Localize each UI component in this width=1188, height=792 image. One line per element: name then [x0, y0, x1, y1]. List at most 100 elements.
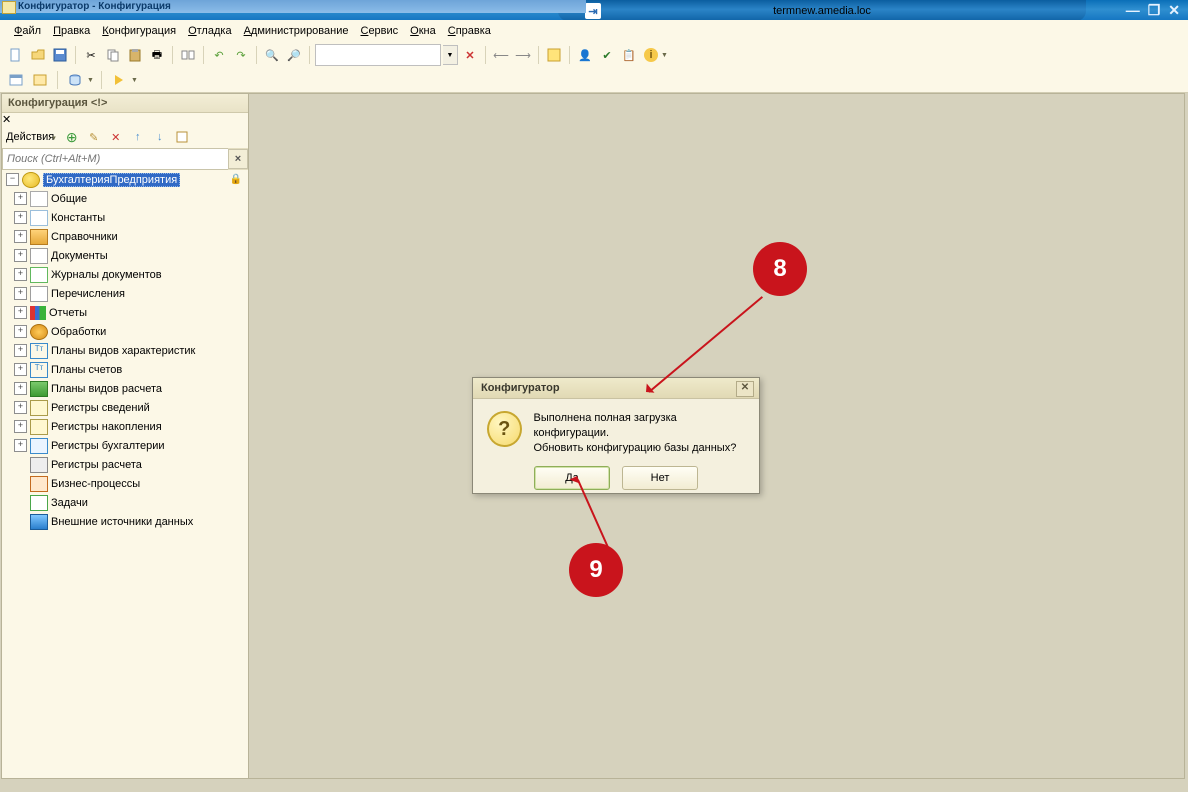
find-next-icon[interactable]: 🔎: [284, 45, 304, 65]
menu-config[interactable]: Конфигурация: [96, 22, 182, 40]
print-icon[interactable]: 🖶: [147, 45, 167, 65]
tree-node[interactable]: +Справочники: [2, 227, 248, 246]
paste-icon[interactable]: [125, 45, 145, 65]
start-debug-icon[interactable]: [109, 70, 129, 90]
find-icon[interactable]: 🔍: [262, 45, 282, 65]
open-file-icon[interactable]: [28, 45, 48, 65]
debug-user-icon[interactable]: 👤: [575, 45, 595, 65]
tree-collapse-icon[interactable]: −: [6, 173, 19, 186]
edit-item-icon[interactable]: ✎: [84, 127, 104, 147]
tree-node[interactable]: Задачи: [2, 493, 248, 512]
tt-icon: Тт: [30, 343, 48, 359]
tree-node[interactable]: +Регистры накопления: [2, 417, 248, 436]
tree-root[interactable]: − БухгалтерияПредприятия 🔒: [2, 170, 248, 189]
app-title: Конфигуратор - Конфигурация: [18, 1, 171, 12]
config-tree[interactable]: − БухгалтерияПредприятия 🔒 +Общие+Конста…: [2, 170, 248, 792]
tree-expand-icon[interactable]: +: [14, 382, 27, 395]
menu-debug[interactable]: Отладка: [182, 22, 238, 40]
tree-expand-icon[interactable]: +: [14, 344, 27, 357]
tree-expand-icon[interactable]: +: [14, 287, 27, 300]
add-item-icon[interactable]: ⊕: [62, 127, 82, 147]
tree-expand-icon[interactable]: +: [14, 420, 27, 433]
config-panel-title-label: Конфигурация <!>: [8, 97, 107, 109]
os-minimize-button[interactable]: —: [1126, 2, 1140, 19]
compare-icon[interactable]: [178, 45, 198, 65]
menu-help[interactable]: Справка: [442, 22, 497, 40]
run-1c-icon[interactable]: [544, 45, 564, 65]
list-icon: [30, 286, 48, 302]
remote-session-tab: termnew.amedia.loc: [558, 0, 1086, 21]
tree-expand-icon[interactable]: +: [14, 439, 27, 452]
cut-icon[interactable]: ✂: [81, 45, 101, 65]
window-list-icon[interactable]: [6, 70, 26, 90]
menu-service[interactable]: Сервис: [354, 22, 404, 40]
next-result-icon[interactable]: ⟶: [513, 45, 533, 65]
os-close-button[interactable]: ✕: [1168, 2, 1180, 19]
prev-result-icon[interactable]: ⟵: [491, 45, 511, 65]
sort-icon[interactable]: [172, 127, 192, 147]
toolbar-search-input[interactable]: [315, 44, 441, 66]
tree-node[interactable]: +Обработки: [2, 322, 248, 341]
tree-expand-icon[interactable]: +: [14, 192, 27, 205]
new-file-icon[interactable]: [6, 45, 26, 65]
syntax-check-icon[interactable]: ✔: [597, 45, 617, 65]
no-button[interactable]: Нет: [622, 466, 698, 490]
tree-expand-icon[interactable]: +: [14, 230, 27, 243]
tree-node[interactable]: +ТтПланы видов характеристик: [2, 341, 248, 360]
menu-windows[interactable]: Окна: [404, 22, 442, 40]
menu-file[interactable]: Файл: [8, 22, 47, 40]
panel-search-input[interactable]: [2, 148, 228, 170]
tree-node[interactable]: +Журналы документов: [2, 265, 248, 284]
copy-icon[interactable]: [103, 45, 123, 65]
tree-node[interactable]: +ТтПланы счетов: [2, 360, 248, 379]
menu-admin[interactable]: Администрирование: [238, 22, 355, 40]
save-icon[interactable]: [50, 45, 70, 65]
tree-node[interactable]: +Константы: [2, 208, 248, 227]
tree-node[interactable]: +Регистры сведений: [2, 398, 248, 417]
tree-node[interactable]: +Перечисления: [2, 284, 248, 303]
panel-close-icon[interactable]: ✕: [2, 114, 11, 126]
db-dropdown-icon[interactable]: ▼: [87, 77, 94, 84]
os-restore-button[interactable]: ❐: [1148, 2, 1161, 19]
tree-node[interactable]: Бизнес-процессы: [2, 474, 248, 493]
tree-expand-icon[interactable]: +: [14, 306, 27, 319]
gear-icon: [30, 324, 48, 340]
help-dropdown-icon[interactable]: ▼: [661, 52, 668, 59]
panel-search-clear-icon[interactable]: ×: [228, 149, 248, 169]
clear-search-icon[interactable]: ✕: [460, 45, 480, 65]
tree-node[interactable]: Регистры расчета: [2, 455, 248, 474]
move-down-icon[interactable]: ↓: [150, 127, 170, 147]
flow-icon: [30, 476, 48, 492]
tree-node[interactable]: +Документы: [2, 246, 248, 265]
undo-icon[interactable]: ↶: [209, 45, 229, 65]
tree-node[interactable]: +Отчеты: [2, 303, 248, 322]
move-up-icon[interactable]: ↑: [128, 127, 148, 147]
menu-edit[interactable]: Правка: [47, 22, 96, 40]
pin-session-icon[interactable]: ⇥: [585, 3, 601, 19]
tree-expand-icon[interactable]: +: [14, 249, 27, 262]
delete-item-icon[interactable]: ✕: [106, 127, 126, 147]
db-update-icon[interactable]: [65, 70, 85, 90]
tree-expand-icon[interactable]: +: [14, 268, 27, 281]
dialog-line1: Выполнена полная загрузка конфигурации.: [534, 411, 746, 441]
calendar-icon[interactable]: 📋: [619, 45, 639, 65]
tree-expand-icon[interactable]: +: [14, 325, 27, 338]
tree-node[interactable]: +Общие: [2, 189, 248, 208]
actions-menu[interactable]: Действия▾: [6, 131, 56, 143]
tree-expand-icon[interactable]: +: [14, 401, 27, 414]
grid-icon: [30, 210, 48, 226]
redo-icon[interactable]: ↷: [231, 45, 251, 65]
config-tree-icon[interactable]: [30, 70, 50, 90]
dialog-close-icon[interactable]: ✕: [736, 381, 754, 397]
tree-node[interactable]: +Регистры бухгалтерии: [2, 436, 248, 455]
dialog-title-label: Конфигуратор: [481, 382, 560, 394]
help-icon[interactable]: i: [641, 45, 661, 65]
ext-icon: [30, 514, 48, 530]
tree-node[interactable]: +Планы видов расчета: [2, 379, 248, 398]
toolbar-separator: [309, 46, 310, 64]
tree-node[interactable]: Внешние источники данных: [2, 512, 248, 531]
toolbar-search-dropdown[interactable]: ▼: [443, 45, 458, 65]
tree-expand-icon[interactable]: +: [14, 363, 27, 376]
debug-dropdown-icon[interactable]: ▼: [131, 77, 138, 84]
tree-expand-icon[interactable]: +: [14, 211, 27, 224]
